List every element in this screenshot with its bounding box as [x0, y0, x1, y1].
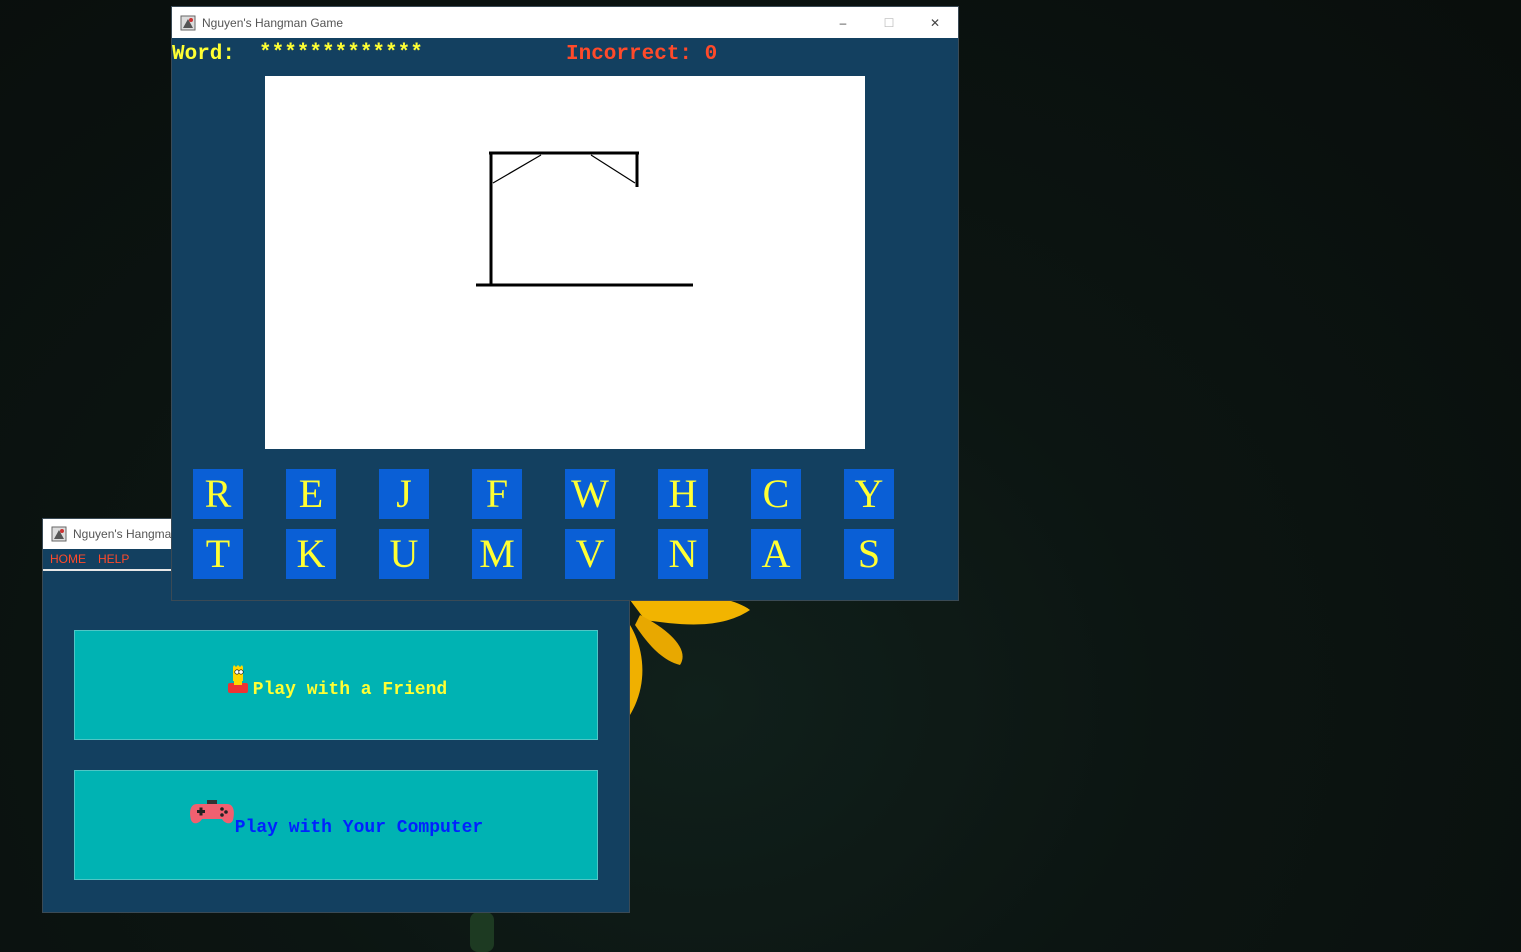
- menu-window-title: Nguyen's Hangma: [73, 527, 172, 541]
- letter-button-m[interactable]: M: [472, 529, 522, 579]
- gallows-drawing: [476, 151, 693, 287]
- letter-button-a[interactable]: A: [751, 529, 801, 579]
- play-with-computer-button[interactable]: Play with Your Computer: [74, 770, 598, 880]
- status-bar: Word: ************* Incorrect: 0: [172, 38, 958, 76]
- minimize-icon[interactable]: –: [820, 7, 866, 38]
- incorrect-count: Incorrect: 0: [566, 43, 718, 66]
- hangman-canvas: [265, 76, 865, 449]
- play-with-friend-button[interactable]: Play with a Friend: [74, 630, 598, 740]
- play-with-computer-label: Play with Your Computer: [234, 818, 484, 838]
- word-label: Word:: [172, 43, 236, 66]
- word-value: *************: [259, 42, 423, 65]
- game-window-title: Nguyen's Hangman Game: [202, 15, 344, 30]
- close-icon[interactable]: ✕: [912, 7, 958, 38]
- letter-button-k[interactable]: K: [286, 529, 336, 579]
- letter-button-n[interactable]: N: [658, 529, 708, 579]
- menu-help[interactable]: HELP: [98, 552, 129, 566]
- letter-button-h[interactable]: H: [658, 469, 708, 519]
- letter-button-y[interactable]: Y: [844, 469, 894, 519]
- letter-button-f[interactable]: F: [472, 469, 522, 519]
- menu-home[interactable]: HOME: [50, 552, 86, 566]
- game-window: Nguyen's Hangman Game – ☐ ✕ Word: ******…: [172, 7, 958, 600]
- letter-button-t[interactable]: T: [193, 529, 243, 579]
- letter-button-r[interactable]: R: [193, 469, 243, 519]
- game-window-titlebar[interactable]: Nguyen's Hangman Game – ☐ ✕: [172, 7, 958, 38]
- java-app-icon: [51, 526, 67, 542]
- java-app-icon: [180, 15, 196, 31]
- letter-button-w[interactable]: W: [565, 469, 615, 519]
- maximize-icon[interactable]: ☐: [866, 7, 912, 38]
- gamepad-icon: [189, 800, 234, 824]
- letter-button-e[interactable]: E: [286, 469, 336, 519]
- flower-stem: [470, 912, 494, 952]
- letter-button-s[interactable]: S: [844, 529, 894, 579]
- letter-button-c[interactable]: C: [751, 469, 801, 519]
- letter-button-u[interactable]: U: [379, 529, 429, 579]
- letter-button-j[interactable]: J: [379, 469, 429, 519]
- bart-icon: [227, 665, 248, 693]
- play-with-friend-label: Play with a Friend: [252, 680, 448, 700]
- letter-button-v[interactable]: V: [565, 529, 615, 579]
